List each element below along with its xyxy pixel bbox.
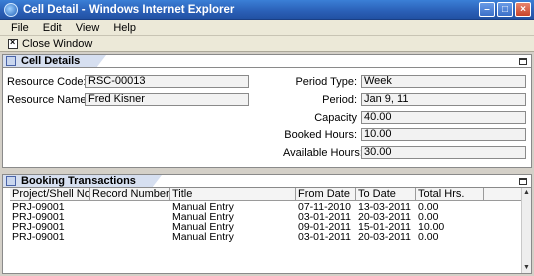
details-icon — [6, 56, 16, 66]
title-cell: Manual Entry — [172, 202, 234, 212]
available-hours-field: 30.00 — [361, 146, 526, 159]
resource-name-field: Fred Kisner — [85, 93, 249, 106]
toolbar: Close Window — [0, 36, 534, 52]
menu-bar: File Edit View Help — [0, 20, 534, 36]
resource-name-label: Resource Name: — [7, 93, 90, 106]
table-icon — [6, 176, 16, 186]
from-date-cell: 07-11-2010 — [298, 202, 351, 212]
booking-transactions-tab-label: Booking Transactions — [21, 175, 136, 187]
column-header-to-date[interactable]: To Date — [356, 188, 416, 200]
total-hrs-cell: 10.00 — [418, 222, 445, 232]
close-icon — [8, 37, 18, 49]
project-cell: PRJ-09001 — [12, 232, 65, 242]
record-number-cell — [90, 232, 170, 242]
to-date-cell: 13-03-2011 — [358, 202, 411, 212]
table-row[interactable]: PRJ-09001 Manual Entry 03-01-2011 20-03-… — [10, 212, 524, 222]
resource-code-field: RSC-00013 — [85, 75, 249, 88]
minimize-button[interactable]: – — [479, 2, 495, 17]
menu-view[interactable]: View — [69, 22, 107, 34]
record-number-cell — [90, 202, 170, 212]
column-header-from-date[interactable]: From Date — [296, 188, 356, 200]
menu-help[interactable]: Help — [106, 22, 143, 34]
scroll-up-icon[interactable]: ▲ — [522, 188, 531, 198]
record-number-cell — [90, 222, 170, 232]
project-cell: PRJ-09001 — [12, 222, 65, 232]
from-date-cell: 03-01-2011 — [298, 212, 351, 222]
available-hours-label: Available Hours: — [283, 146, 363, 159]
from-date-cell: 09-01-2011 — [298, 222, 351, 232]
ie-icon — [4, 2, 18, 17]
project-cell: PRJ-09001 — [12, 202, 65, 212]
window-title: Cell Detail - Windows Internet Explorer — [23, 3, 235, 16]
to-date-cell: 20-03-2011 — [358, 232, 411, 242]
record-number-cell — [90, 212, 170, 222]
total-hrs-cell: 0.00 — [418, 202, 439, 212]
close-window-button[interactable]: × — [515, 2, 531, 17]
table-row[interactable]: PRJ-09001 Manual Entry 09-01-2011 15-01-… — [10, 222, 524, 232]
grid-scrollbar[interactable]: ▲ ▼ — [521, 188, 531, 273]
booked-hours-label: Booked Hours: — [284, 128, 357, 141]
column-header-record-number[interactable]: Record Number — [90, 188, 170, 200]
cell-details-tab-label: Cell Details — [21, 55, 81, 67]
from-date-cell: 03-01-2011 — [298, 232, 351, 242]
period-type-label: Period Type: — [295, 75, 357, 88]
title-cell: Manual Entry — [172, 212, 234, 222]
scroll-down-icon[interactable]: ▼ — [522, 263, 531, 273]
total-hrs-cell: 0.00 — [418, 232, 439, 242]
to-date-cell: 20-03-2011 — [358, 212, 411, 222]
title-cell: Manual Entry — [172, 222, 234, 232]
period-label: Period: — [322, 93, 357, 106]
window-titlebar: Cell Detail - Windows Internet Explorer … — [0, 0, 534, 20]
maximize-button[interactable]: □ — [497, 2, 513, 17]
booked-hours-field: 10.00 — [361, 128, 526, 141]
column-header-project[interactable]: Project/Shell No. — [10, 188, 90, 200]
period-field: Jan 9, 11 — [361, 93, 526, 106]
project-cell: PRJ-09001 — [12, 212, 65, 222]
resource-code-label: Resource Code: — [7, 75, 87, 88]
maximize-panel-icon[interactable] — [519, 58, 527, 65]
capacity-field: 40.00 — [361, 111, 526, 124]
table-row[interactable]: PRJ-09001 Manual Entry 03-01-2011 20-03-… — [10, 232, 524, 242]
period-type-field: Week — [361, 75, 526, 88]
maximize-panel-icon[interactable] — [519, 178, 527, 185]
cell-details-panel: Cell Details Resource Code: RSC-00013 Re… — [2, 54, 532, 168]
booking-transactions-panel: Booking Transactions Project/Shell No. R… — [2, 174, 532, 274]
menu-file[interactable]: File — [4, 22, 36, 34]
total-hrs-cell: 0.00 — [418, 212, 439, 222]
column-header-total-hrs[interactable]: Total Hrs. — [416, 188, 484, 200]
booking-grid-header: Project/Shell No. Record Number Title Fr… — [10, 188, 524, 201]
menu-edit[interactable]: Edit — [36, 22, 69, 34]
to-date-cell: 15-01-2011 — [358, 222, 411, 232]
close-window-link[interactable]: Close Window — [22, 38, 92, 50]
column-header-title[interactable]: Title — [170, 188, 296, 200]
title-cell: Manual Entry — [172, 232, 234, 242]
table-row[interactable]: PRJ-09001 Manual Entry 07-11-2010 13-03-… — [10, 202, 524, 212]
booking-grid-body: PRJ-09001 Manual Entry 07-11-2010 13-03-… — [10, 202, 524, 242]
capacity-label: Capacity — [314, 111, 357, 124]
